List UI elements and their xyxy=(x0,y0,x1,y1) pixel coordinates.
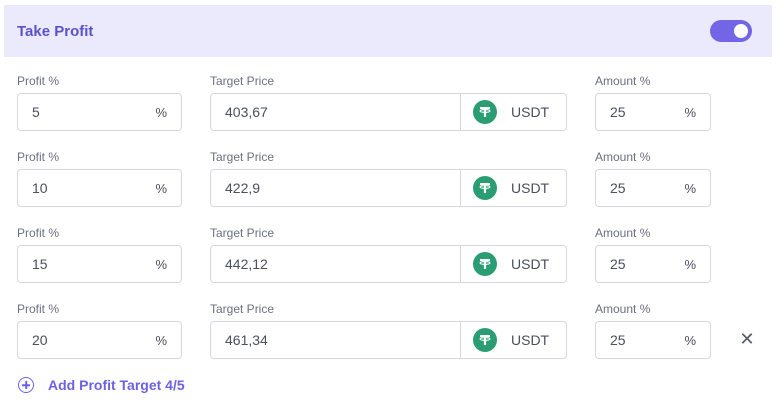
profit-target-row: Profit % Target Price Amount % 20 % 461,… xyxy=(0,302,776,378)
profit-input[interactable]: 5 % xyxy=(17,93,182,131)
profit-value: 15 xyxy=(32,256,48,272)
profit-input[interactable]: 20 % xyxy=(17,321,182,359)
add-profit-target-label: Add Profit Target 4/5 xyxy=(48,377,185,393)
currency-label: USDT xyxy=(511,104,550,120)
amount-label: Amount % xyxy=(595,150,651,164)
percent-suffix: % xyxy=(684,256,696,272)
percent-suffix: % xyxy=(155,104,167,120)
target-price-input[interactable]: 422,9 USDT xyxy=(210,169,567,207)
percent-suffix: % xyxy=(684,180,696,196)
amount-value: 25 xyxy=(610,256,626,272)
currency-badge: USDT xyxy=(460,94,566,130)
tether-icon xyxy=(473,100,497,124)
remove-target-close-icon[interactable]: ✕ xyxy=(739,330,755,348)
amount-input[interactable]: 25 % xyxy=(595,321,711,359)
percent-suffix: % xyxy=(684,332,696,348)
amount-value: 25 xyxy=(610,104,626,120)
percent-suffix: % xyxy=(155,256,167,272)
target-price-value: 461,34 xyxy=(225,332,268,348)
add-profit-target-button[interactable]: Add Profit Target 4/5 xyxy=(18,374,185,396)
toggle-knob xyxy=(734,24,748,38)
profit-label: Profit % xyxy=(17,150,60,164)
profit-label: Profit % xyxy=(17,74,60,88)
target-price-value: 422,9 xyxy=(225,180,261,196)
currency-badge: USDT xyxy=(460,322,566,358)
amount-label: Amount % xyxy=(595,226,651,240)
target-price-value: 403,67 xyxy=(225,104,268,120)
currency-label: USDT xyxy=(511,332,550,348)
target-price-input[interactable]: 442,12 USDT xyxy=(210,245,567,283)
target-price-label: Target Price xyxy=(210,226,275,240)
amount-label: Amount % xyxy=(595,302,651,316)
profit-label: Profit % xyxy=(17,302,60,316)
tether-icon xyxy=(473,328,497,352)
percent-suffix: % xyxy=(155,332,167,348)
percent-suffix: % xyxy=(155,180,167,196)
profit-label: Profit % xyxy=(17,226,60,240)
profit-input[interactable]: 10 % xyxy=(17,169,182,207)
target-price-value: 442,12 xyxy=(225,256,268,272)
currency-badge: USDT xyxy=(460,170,566,206)
tether-icon xyxy=(473,252,497,276)
take-profit-toggle[interactable] xyxy=(710,20,752,42)
target-price-input[interactable]: 461,34 USDT xyxy=(210,321,567,359)
amount-value: 25 xyxy=(610,332,626,348)
percent-suffix: % xyxy=(684,104,696,120)
target-price-label: Target Price xyxy=(210,150,275,164)
amount-input[interactable]: 25 % xyxy=(595,93,711,131)
take-profit-header: Take Profit xyxy=(4,5,772,57)
profit-value: 20 xyxy=(32,332,48,348)
profit-input[interactable]: 15 % xyxy=(17,245,182,283)
amount-input[interactable]: 25 % xyxy=(595,245,711,283)
take-profit-title: Take Profit xyxy=(17,22,94,40)
currency-label: USDT xyxy=(511,256,550,272)
amount-input[interactable]: 25 % xyxy=(595,169,711,207)
amount-value: 25 xyxy=(610,180,626,196)
tether-icon xyxy=(473,176,497,200)
target-price-label: Target Price xyxy=(210,302,275,316)
target-price-input[interactable]: 403,67 USDT xyxy=(210,93,567,131)
currency-badge: USDT xyxy=(460,246,566,282)
currency-label: USDT xyxy=(511,180,550,196)
amount-label: Amount % xyxy=(595,74,651,88)
profit-target-row: Profit % Target Price Amount % 5 % 403,6… xyxy=(0,74,776,150)
profit-target-row: Profit % Target Price Amount % 15 % 442,… xyxy=(0,226,776,302)
profit-value: 5 xyxy=(32,104,40,120)
profit-value: 10 xyxy=(32,180,48,196)
plus-circle-icon xyxy=(18,377,34,393)
target-price-label: Target Price xyxy=(210,74,275,88)
profit-target-row: Profit % Target Price Amount % 10 % 422,… xyxy=(0,150,776,226)
